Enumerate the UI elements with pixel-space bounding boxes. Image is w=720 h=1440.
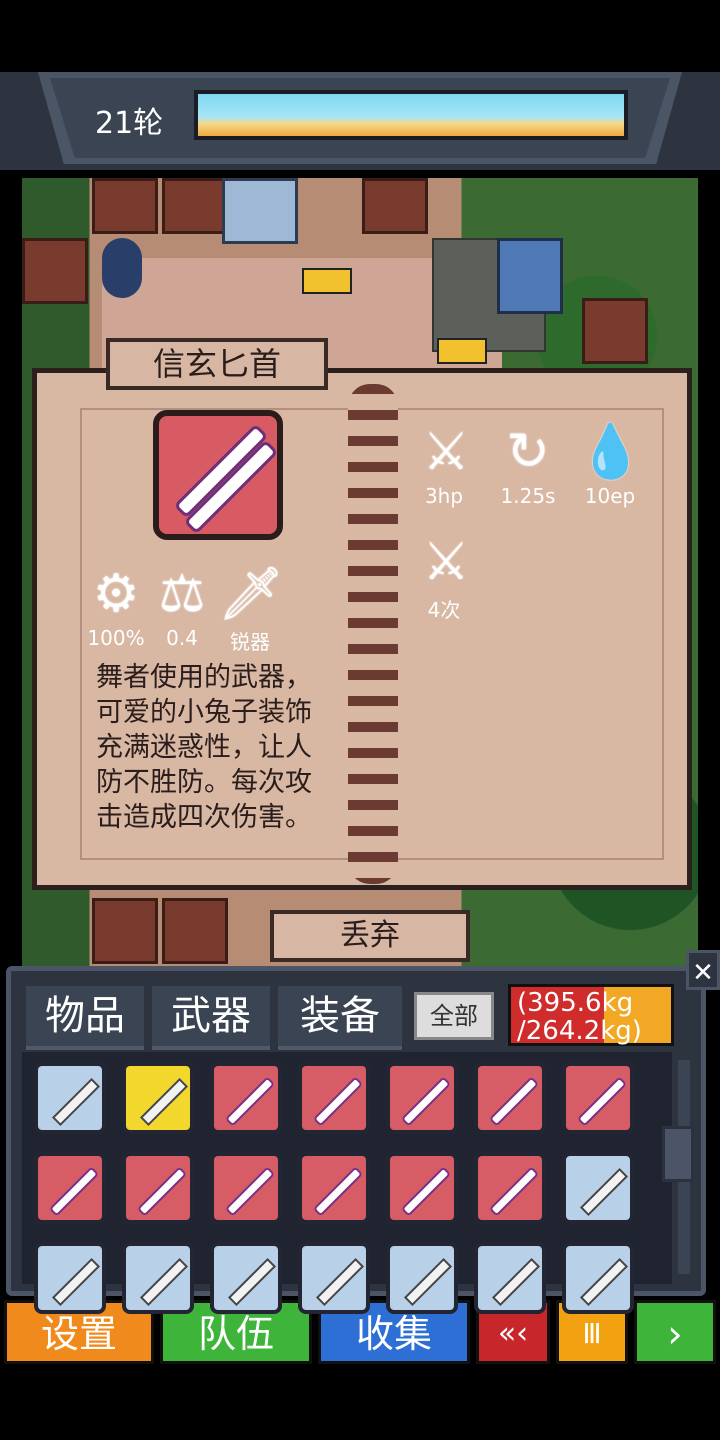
canister-icon: [139, 1077, 189, 1127]
vehicle: [302, 268, 352, 294]
twin-dagger-icon: [488, 1076, 540, 1127]
house: [162, 898, 228, 964]
inventory-slot[interactable]: [562, 1062, 634, 1134]
round-counter: 21轮: [95, 106, 164, 141]
inventory-slot[interactable]: [562, 1242, 634, 1314]
description-line: 舞者使用的武器，: [96, 662, 312, 693]
katana-icon: [227, 1257, 277, 1307]
twin-dagger-icon: [224, 1166, 276, 1217]
house: [582, 298, 648, 364]
twin-dagger-icon: [312, 1166, 364, 1217]
house: [92, 178, 158, 234]
katana-icon: [491, 1257, 541, 1307]
inventory-slot[interactable]: [298, 1152, 370, 1224]
inventory-slot[interactable]: [298, 1242, 370, 1314]
inventory-slot[interactable]: [386, 1242, 458, 1314]
hit-count-value: 4次: [427, 598, 461, 622]
tab-equipment[interactable]: 装备: [278, 986, 402, 1050]
description-line: 充满迷惑性，让人: [96, 732, 312, 763]
slash-icon: ⚔: [422, 422, 470, 482]
weapon-type: 锐器: [230, 630, 270, 654]
damage-value: 3hp: [424, 484, 464, 508]
inventory-slot[interactable]: [122, 1152, 194, 1224]
house: [92, 898, 158, 964]
discard-button[interactable]: 丢弃: [270, 910, 470, 962]
carry-weight-display: (395.6kg /264.2kg): [508, 984, 674, 1046]
twin-dagger-icon: [400, 1076, 452, 1127]
weapon-title: 信玄匕首: [106, 338, 328, 390]
weight-line: (395.6kg: [517, 988, 634, 1018]
inventory-slot[interactable]: [386, 1062, 458, 1134]
energy-value: 10ep: [584, 484, 636, 508]
description-line: 可爱的小兔子装饰: [96, 697, 312, 728]
description-line: 击造成四次伤害。: [96, 802, 312, 833]
weight-line: /264.2kg): [517, 1016, 642, 1046]
blaster-gun-icon: [51, 1077, 101, 1127]
inventory-slot[interactable]: [122, 1242, 194, 1314]
katana-icon: [403, 1257, 453, 1307]
wave-progress-bar: [194, 90, 628, 140]
book-spine: [348, 384, 398, 884]
cooldown-icon: ↻: [506, 422, 550, 482]
hospital-building: [222, 178, 298, 244]
inventory-slot[interactable]: [386, 1152, 458, 1224]
description-line: 防不胜防。每次攻: [96, 767, 312, 798]
energy-drop-icon: 💧: [578, 422, 643, 482]
house: [22, 238, 88, 304]
tab-weapons[interactable]: 武器: [152, 986, 270, 1050]
weight-icon: ⚖: [158, 564, 206, 624]
inventory-slot[interactable]: [562, 1152, 634, 1224]
inventory-slot[interactable]: [34, 1152, 106, 1224]
twin-dagger-icon: [400, 1166, 452, 1217]
close-icon[interactable]: ✕: [686, 950, 720, 990]
inventory-slot[interactable]: [210, 1152, 282, 1224]
inventory-slot[interactable]: [34, 1242, 106, 1314]
weapon-description: 舞者使用的武器， 可爱的小兔子装饰 充满迷惑性，让人 防不胜防。每次攻 击造成四…: [96, 660, 348, 835]
vehicle: [437, 338, 487, 364]
filter-all-button[interactable]: 全部: [414, 992, 494, 1040]
twin-dagger-icon: [312, 1076, 364, 1127]
player-character: [102, 238, 142, 298]
twin-dagger-icon: [224, 1076, 276, 1127]
inventory-slot[interactable]: [474, 1062, 546, 1134]
scrollbar-thumb[interactable]: [662, 1126, 694, 1182]
twin-dagger-icon: [576, 1076, 628, 1127]
inventory-slot[interactable]: [34, 1062, 106, 1134]
inventory-slot[interactable]: [474, 1152, 546, 1224]
katana-icon: [139, 1257, 189, 1307]
slash-icon: ⚔: [422, 532, 470, 592]
tab-items[interactable]: 物品: [26, 986, 144, 1050]
inventory-slot[interactable]: [122, 1062, 194, 1134]
twin-dagger-icon: [48, 1166, 100, 1217]
katana-icon: [579, 1257, 629, 1307]
twin-dagger-icon: [488, 1166, 540, 1217]
twin-dagger-icon: [136, 1166, 188, 1217]
cooldown-value: 1.25s: [500, 484, 556, 508]
inventory-slot[interactable]: [210, 1062, 282, 1134]
gear-wrench-icon: ⚙: [92, 564, 140, 624]
katana-icon: [579, 1167, 629, 1217]
house: [162, 178, 228, 234]
katana-icon: [315, 1257, 365, 1307]
knife-icon: 🗡: [218, 564, 285, 624]
inventory-slot[interactable]: [474, 1242, 546, 1314]
katana-icon: [51, 1257, 101, 1307]
house: [362, 178, 428, 234]
inventory-slot[interactable]: [298, 1062, 370, 1134]
twin-dagger-icon: [153, 410, 283, 540]
inventory-slot[interactable]: [210, 1242, 282, 1314]
forward-button[interactable]: ›: [634, 1300, 716, 1364]
shop-building: [497, 238, 563, 314]
